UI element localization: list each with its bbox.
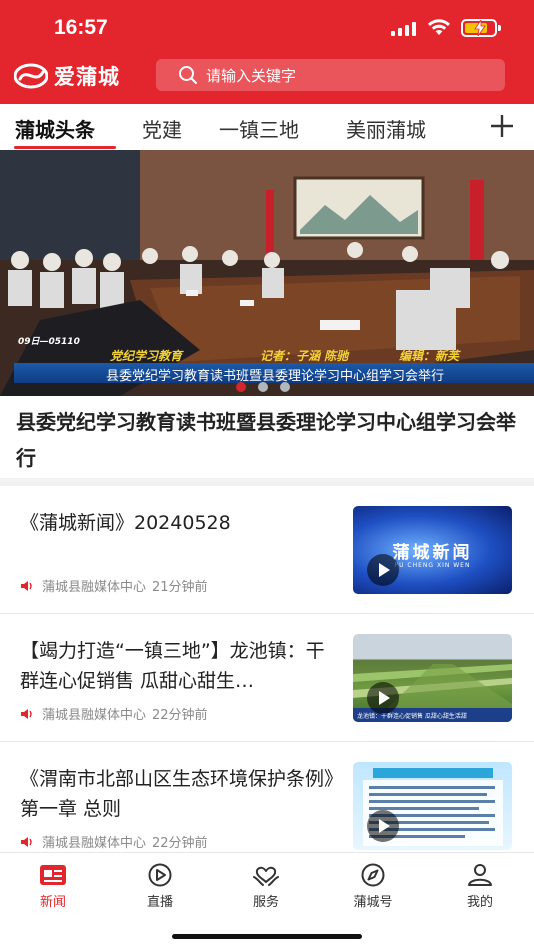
headline-banner[interactable]: 09日—05110 党纪学习教育 记者：子涵 陈驰 编辑：新芙 县委党纪学习教育… (0, 150, 534, 396)
search-icon (179, 66, 197, 84)
wifi-icon (428, 19, 450, 35)
tab-party-building[interactable]: 党建 (142, 114, 182, 143)
news-title[interactable]: 《渭南市北部山区生态环境保护条例》第一章 总则 (20, 764, 338, 824)
tab-pucheng-headlines[interactable]: 蒲城头条 (15, 114, 95, 143)
tab-beautiful-pucheng[interactable]: 美丽蒲城 (346, 114, 426, 143)
news-thumbnail[interactable]: 龙池镇：干群连心促销售 瓜甜心甜生活甜 (353, 634, 512, 722)
live-play-icon (148, 863, 172, 887)
news-time: 22分钟前 (152, 836, 208, 851)
carousel-dot[interactable] (236, 382, 246, 392)
app-name: 爱蒲城 (54, 64, 120, 89)
speaker-icon[interactable] (20, 836, 34, 848)
news-meta: 蒲城县融媒体中心 22分钟前 (20, 704, 208, 723)
caption-program: 党纪学习教育 (110, 349, 183, 363)
nav-mine[interactable]: 我的 (440, 863, 520, 910)
nav-label: 服务 (252, 895, 279, 910)
compass-icon (361, 863, 385, 887)
news-source: 蒲城县融媒体中心 (42, 836, 147, 851)
news-title[interactable]: 《蒲城新闻》20240528 (20, 508, 338, 538)
news-time: 21分钟前 (152, 580, 208, 595)
home-indicator[interactable] (172, 934, 362, 939)
status-bar: 16:57 (0, 0, 534, 56)
nav-label: 新闻 (39, 895, 66, 910)
speaker-icon[interactable] (20, 580, 34, 592)
news-meta: 蒲城县融媒体中心 22分钟前 (20, 832, 208, 851)
service-heart-icon (253, 866, 279, 886)
caption-reporter: 记者：子涵 陈驰 (260, 349, 349, 363)
play-icon[interactable] (367, 810, 399, 842)
tab-one-town-three-places[interactable]: 一镇三地 (219, 114, 299, 143)
play-icon[interactable] (367, 554, 399, 586)
caption-line: 县委党纪学习教育读书班暨县委理论学习中心组学习会举行 (14, 363, 534, 384)
section-divider (0, 478, 534, 486)
nav-pucheng-account[interactable]: 蒲城号 (333, 863, 413, 910)
search-placeholder: 请输入关键字 (206, 66, 297, 85)
carousel-indicator (236, 382, 290, 392)
speaker-icon[interactable] (20, 708, 34, 720)
nav-label: 蒲城号 (353, 895, 393, 910)
nav-live[interactable]: 直播 (120, 863, 200, 910)
news-item[interactable]: 【竭力打造“一镇三地”】龙池镇：干群连心促销售 瓜甜心甜生… 蒲城县融媒体中心 … (0, 614, 534, 742)
status-time: 16:57 (54, 16, 108, 39)
video-caption-bar: 09日—05110 党纪学习教育 记者：子涵 陈驰 编辑：新芙 县委党纪学习教育… (14, 337, 534, 384)
nav-label: 直播 (146, 895, 173, 910)
active-tab-indicator (14, 146, 116, 149)
carousel-dot[interactable] (280, 382, 290, 392)
profile-icon (468, 864, 492, 886)
cellular-signal-icon (391, 22, 417, 36)
news-meta: 蒲城县融媒体中心 21分钟前 (20, 576, 208, 595)
channel-tabs: 蒲城头条 党建 一镇三地 美丽蒲城 (0, 104, 534, 150)
carousel-dot[interactable] (258, 382, 268, 392)
news-item[interactable]: 《蒲城新闻》20240528 蒲城县融媒体中心 21分钟前 蒲城新闻 PU CH… (0, 486, 534, 614)
play-icon[interactable] (367, 682, 399, 714)
news-source: 蒲城县融媒体中心 (42, 708, 147, 723)
news-item[interactable]: 《渭南市北部山区生态环境保护条例》第一章 总则 蒲城县融媒体中心 22分钟前 (0, 742, 534, 870)
nav-service[interactable]: 服务 (226, 863, 306, 910)
banner-headline[interactable]: 县委党纪学习教育读书班暨县委理论学习中心组学习会举行 (16, 404, 516, 476)
caption-date: 09日—05110 (18, 337, 80, 347)
nav-label: 我的 (466, 895, 493, 910)
app-header: 16:57 爱蒲城 请输入关键字 (0, 0, 534, 104)
news-thumbnail[interactable]: 蒲城新闻 PU CHENG XIN WEN (353, 506, 512, 594)
add-channel-icon[interactable] (488, 112, 516, 140)
app-logo[interactable]: 爱蒲城 (14, 60, 120, 92)
news-thumbnail[interactable] (353, 762, 512, 850)
logo-swirl-icon (14, 63, 48, 89)
news-icon (40, 865, 66, 885)
caption-editor: 编辑：新芙 (399, 349, 460, 363)
news-source: 蒲城县融媒体中心 (42, 580, 147, 595)
search-input[interactable]: 请输入关键字 (156, 59, 505, 91)
news-title[interactable]: 【竭力打造“一镇三地”】龙池镇：干群连心促销售 瓜甜心甜生… (20, 636, 338, 696)
news-time: 22分钟前 (152, 708, 208, 723)
nav-news[interactable]: 新闻 (13, 863, 93, 910)
battery-icon (461, 19, 501, 37)
